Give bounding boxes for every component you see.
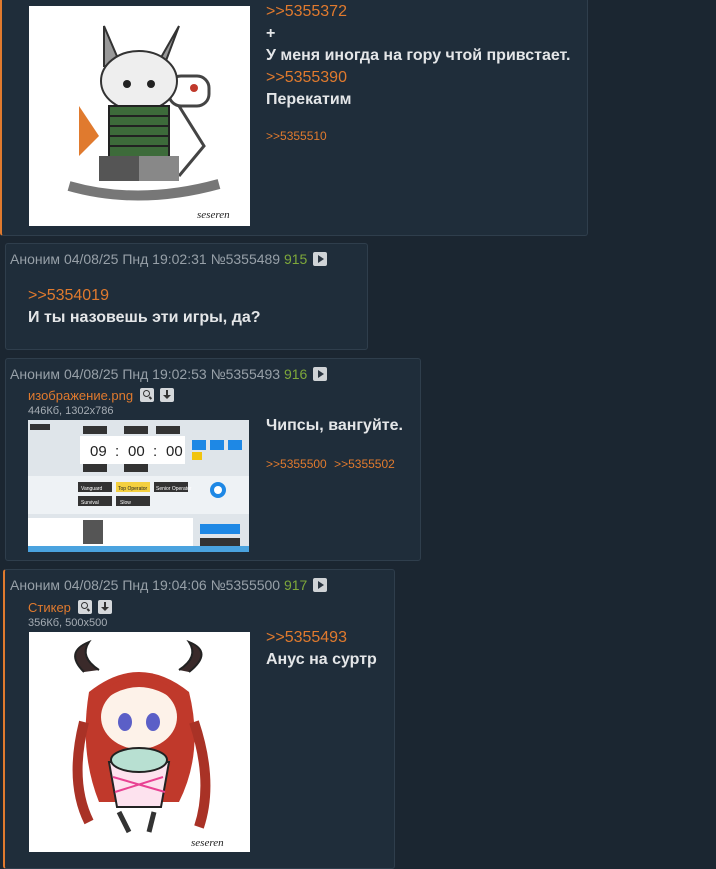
reply-link[interactable]: >>5355493: [266, 628, 347, 648]
download-icon[interactable]: [98, 600, 113, 614]
svg-text:09: 09: [90, 443, 107, 460]
file-meta: 446Кб, 1302x786: [28, 405, 114, 417]
post-author: Аноним: [10, 251, 61, 267]
backlink[interactable]: >>5355510: [266, 129, 327, 143]
file-name: изображение.png: [28, 388, 175, 403]
svg-text:00: 00: [166, 443, 183, 460]
post-text: Чипсы, вангуйте.: [266, 417, 403, 434]
post-text-line: +: [266, 25, 276, 42]
post-text: И ты назовешь эти игры, да?: [28, 309, 261, 326]
svg-text:Slow: Slow: [120, 500, 131, 506]
svg-text:seseren: seseren: [197, 209, 230, 221]
play-icon[interactable]: [313, 252, 328, 266]
svg-text:Vanguard: Vanguard: [81, 486, 103, 492]
post-author: Аноним: [10, 577, 61, 593]
svg-text::: :: [115, 443, 119, 460]
post-date: 04/08/25 Пнд 19:02:31: [63, 251, 207, 267]
post-number: 915: [283, 251, 308, 267]
backlinks: >>5355500 >>5355502: [266, 457, 399, 471]
post-author: Аноним: [10, 366, 61, 382]
post-5355500: Аноним 04/08/25 Пнд 19:04:06 №5355500 91…: [3, 569, 395, 869]
file-name-link[interactable]: Стикер: [28, 600, 71, 615]
post-header: Аноним 04/08/25 Пнд 19:02:31 №5355489 91…: [10, 251, 328, 267]
search-icon[interactable]: [139, 388, 154, 402]
play-icon[interactable]: [313, 367, 328, 381]
file-name-link[interactable]: изображение.png: [28, 388, 133, 403]
backlink[interactable]: >>5355500: [266, 457, 327, 471]
reply-link[interactable]: >>5355372: [266, 2, 347, 22]
post-number: 917: [283, 577, 308, 593]
reply-link[interactable]: >>5355390: [266, 68, 347, 88]
file-name: Стикер: [28, 600, 113, 615]
post-5355489: Аноним 04/08/25 Пнд 19:02:31 №5355489 91…: [5, 243, 368, 350]
post-text-line: У меня иногда на гору чтой привстает.: [266, 47, 571, 64]
post-header: Аноним 04/08/25 Пнд 19:04:06 №5355500 91…: [10, 577, 328, 593]
svg-text:seseren: seseren: [191, 837, 224, 849]
sticker-image-red-hair-girl-ice-cream: seseren: [72, 639, 224, 849]
backlink[interactable]: >>5355502: [334, 457, 395, 471]
reply-link[interactable]: >>5354019: [28, 286, 109, 306]
post-number: 916: [283, 366, 308, 382]
backlinks: >>5355510: [266, 129, 331, 143]
post-id[interactable]: №5355500: [211, 577, 281, 593]
post-5355489-parent: seseren >>5355372 + У меня иногда на гор…: [0, 0, 588, 236]
post-date: 04/08/25 Пнд 19:02:53: [63, 366, 207, 382]
svg-text:Senior Operator: Senior Operator: [156, 486, 192, 492]
post-id[interactable]: №5355493: [211, 366, 281, 382]
sticker-image-wolf-on-rocking-horse: seseren: [67, 25, 230, 221]
post-thumbnail[interactable]: seseren: [29, 6, 250, 226]
svg-text:Top Operator: Top Operator: [118, 486, 148, 492]
svg-text::: :: [153, 443, 157, 460]
svg-text:00: 00: [128, 443, 145, 460]
post-thumbnail[interactable]: seseren: [29, 632, 250, 852]
post-id[interactable]: №5355489: [211, 251, 281, 267]
post-thumbnail[interactable]: 09 : 00 : 00 Vanguard Top Operator Senio…: [28, 420, 249, 552]
play-icon[interactable]: [313, 578, 328, 592]
svg-text:Survival: Survival: [81, 500, 99, 506]
post-date: 04/08/25 Пнд 19:04:06: [63, 577, 207, 593]
search-icon[interactable]: [77, 600, 92, 614]
screenshot-recruitment-ui: 09 : 00 : 00 Vanguard Top Operator Senio…: [28, 420, 249, 552]
download-icon[interactable]: [160, 388, 175, 402]
post-header: Аноним 04/08/25 Пнд 19:02:53 №5355493 91…: [10, 366, 328, 382]
file-meta: 356Кб, 500x500: [28, 617, 108, 629]
post-text: Анус на суртр: [266, 651, 377, 668]
post-5355493: Аноним 04/08/25 Пнд 19:02:53 №5355493 91…: [5, 358, 421, 561]
post-text-line: Перекатим: [266, 91, 352, 108]
